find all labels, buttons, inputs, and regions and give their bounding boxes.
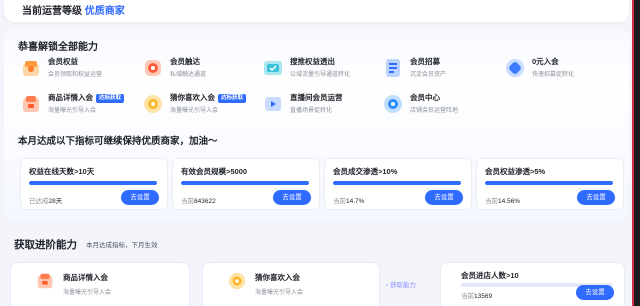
ability-label: 会员权益 [48,57,78,66]
metric-card: 有效会员规模>5000 当前843622 去设置 [172,158,320,210]
ability-member-reach[interactable]: 会员触达 私域触达通道 [142,56,262,82]
ability-guess-like-join[interactable]: 猜你喜欢入会 达标获取 海量曝光引导入会 [142,92,266,118]
metric-name: 会员成交渗透>10% [333,167,398,176]
badge-achieve: 达标获取 [218,94,247,103]
ability-desc: 会员领取和权益运营 [48,72,103,78]
ability-label: 猜你喜欢入会 [255,273,300,282]
metric-progress [485,181,613,185]
ability-label: 商品详情入会 达标获取 [48,92,125,103]
guess-like-icon [228,272,246,290]
gift-icon [23,61,39,76]
advanced-subtitle: 本月达成指标，下月生效 [86,242,158,249]
setup-button[interactable]: 去设置 [576,285,614,300]
advanced-ability-card[interactable]: 猜你喜欢入会 海量曝光引导入会 [202,262,380,306]
advanced-ability-card[interactable]: 商品详情入会 海量曝光引导入会 [10,262,190,306]
page-frame: 当前运营等级 优质商家 恭喜解锁全部能力 会员权益 会员领取和权益运营 会员触达… [0,0,634,306]
metric-progress [333,181,461,185]
bell-icon [145,60,161,76]
metric-name: 权益在线天数>10天 [29,167,95,176]
search-rank-icon [264,61,282,75]
keep-title: 本月达成以下指标可继续保持优质商家，加油～ [18,136,218,147]
ability-label: 直播间会员运营 [290,93,343,102]
ability-label: 搜推权益透出 [290,57,335,66]
ability-member-rights[interactable]: 会员权益 会员领取和权益运营 [20,56,140,82]
level-title: 当前运营等级 优质商家 [22,2,125,17]
metric-progress [29,181,157,185]
ability-desc: 海量曝光引导入会 [170,108,219,114]
metric-current: 当前14.56% [485,198,521,205]
metric-name: 有效会员规模>5000 [181,167,248,176]
ability-desc: 直播场景促转化 [290,108,333,114]
unlocked-title: 恭喜解锁全部能力 [18,42,98,53]
product-detail-icon [37,273,53,289]
ability-product-detail-join[interactable]: 商品详情入会 达标获取 海量曝光引导入会 [20,92,144,118]
ability-desc: 店铺会员运营阵地 [410,108,459,114]
ability-label: 猜你喜欢入会 达标获取 [170,92,247,103]
ability-desc: 海量曝光引导入会 [48,108,97,114]
advanced-target-card: 会员进店人数>10 当前13569 去设置 [440,262,625,306]
ability-label: 商品详情入会 [63,273,108,282]
get-ability-arrow: ‹ 获取能力 · [386,282,420,289]
ability-member-recruit[interactable]: 会员招募 沉淀会员资产 [382,56,502,82]
ability-zero-join[interactable]: 0元入会 快速招募促转化 [504,56,624,82]
ability-desc: 沉淀会员资产 [410,72,447,78]
metric-current: 已达成28天 [29,198,63,205]
ability-label: 会员招募 [410,57,440,66]
zero-join-icon [506,59,524,77]
ability-desc: 私域触达通道 [170,72,207,78]
metric-card: 会员成交渗透>10% 当前14.7% 去设置 [324,158,472,210]
metric-current: 当前14.7% [333,198,365,205]
product-detail-icon [23,96,39,112]
metric-card: 会员权益渗透>5% 当前14.56% 去设置 [476,158,624,210]
metric-card: 权益在线天数>10天 已达成28天 去设置 [20,158,168,210]
setup-button[interactable]: 去设置 [425,190,463,205]
setup-button[interactable]: 去设置 [121,190,159,205]
ability-desc: 海量曝光引导入会 [63,290,112,296]
ability-label: 会员触达 [170,57,200,66]
metric-current: 当前843622 [181,198,216,205]
level-header: 当前运营等级 优质商家 [4,0,629,22]
level-prefix: 当前运营等级 [22,6,82,17]
target-name: 会员进店人数>10 [461,271,519,280]
ability-member-center[interactable]: 会员中心 店铺会员运营阵地 [382,92,502,118]
ability-live-member[interactable]: 直播间会员运营 直播场景促转化 [262,92,382,118]
target-current: 当前13569 [461,293,493,300]
metric-name: 会员权益渗透>5% [485,167,546,176]
setup-button[interactable]: 去设置 [577,190,615,205]
ability-desc: 快速招募促转化 [532,72,575,78]
metric-progress [181,181,309,185]
ability-desc: 公域流量引导通道转化 [290,72,351,78]
ability-label: 会员中心 [410,93,440,102]
ability-label: 0元入会 [532,57,559,66]
recruit-icon [386,59,400,77]
ability-search-rights[interactable]: 搜推权益透出 公域流量引导通道转化 [262,56,382,82]
live-icon [265,97,281,111]
badge-achieve: 达标获取 [96,94,125,103]
level-value: 优质商家 [84,6,125,17]
member-center-icon [384,95,402,113]
setup-button[interactable]: 去设置 [273,190,311,205]
ability-desc: 海量曝光引导入会 [255,290,304,296]
advanced-title: 获取进阶能力 [14,239,77,251]
guess-like-icon [144,95,162,113]
